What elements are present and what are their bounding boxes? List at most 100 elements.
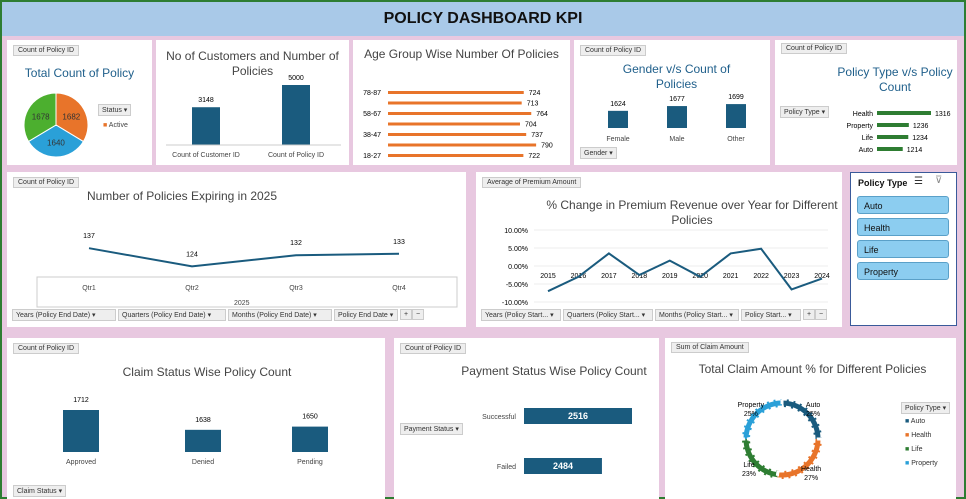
expiring-filter-bar: Years (Policy End Date) ▾ Quarters (Polic… [12, 309, 462, 323]
panel-customers: No of Customers and Number of Policies 3… [156, 40, 349, 165]
pie-data-label: 1682 [62, 112, 80, 121]
claim-amount-donut-chart: Auto 25% Health 27% Life 23% Property 25% [738, 397, 824, 482]
collapse-field-button[interactable]: − [815, 309, 828, 320]
field-filter-button[interactable]: Policy End Date ▾ [334, 309, 398, 321]
field-filter-button[interactable]: Months (Policy End Date) ▾ [228, 309, 332, 321]
bar [292, 426, 328, 452]
category-label: Qtr1 [82, 285, 96, 292]
field-filter-button[interactable]: Months (Policy Start... ▾ [655, 309, 739, 321]
donut-category-label: Auto [806, 402, 821, 409]
panel-payment: Count of Policy ID Payment Status Wise P… [394, 338, 659, 499]
category-label: 78-87 [363, 90, 381, 97]
category-label: Pending [297, 459, 323, 466]
field-tag[interactable]: Sum of Claim Amount [671, 342, 749, 353]
legend-item: ■ Auto [905, 418, 938, 425]
bar-data-label: 1236 [913, 123, 929, 130]
legend-item: ■ Life [905, 446, 938, 453]
bar [877, 123, 909, 127]
age-bar-chart: 724 78-87 713 764 58-67 704 737 38-47 790722 18-2… [363, 90, 553, 160]
category-label: Life [862, 135, 873, 142]
slicer-item-health[interactable]: Health [857, 218, 949, 236]
bar-data-label: 1677 [669, 96, 685, 103]
legend-label: Property [911, 460, 938, 467]
category-label: Qtr3 [289, 285, 303, 292]
donut-category-label: Property [738, 402, 765, 409]
donut-data-label: 25% [744, 411, 758, 418]
panel-gender: Count of Policy ID Gender v/s Count of P… [574, 40, 770, 165]
gender-filter-dropdown[interactable]: Gender ▾ [580, 147, 617, 159]
category-label: Health [853, 111, 873, 118]
slicer-item-life[interactable]: Life [857, 240, 949, 258]
premium-filter-bar: Years (Policy Start... ▾ Quarters (Policy… [481, 309, 839, 323]
slicer-title: Policy Type [858, 178, 908, 188]
policy-type-filter-dropdown[interactable]: Policy Type ▾ [901, 402, 951, 414]
category-label: Property [847, 123, 874, 130]
x-tick-label: 2021 [723, 273, 739, 280]
point-data-label: 137 [83, 233, 95, 240]
donut-data-label: 23% [742, 471, 756, 478]
donut-category-label: Life [743, 462, 754, 469]
dashboard-header: POLICY DASHBOARD KPI [2, 2, 964, 36]
collapse-field-button[interactable]: − [412, 309, 425, 320]
field-filter-button[interactable]: Quarters (Policy Start... ▾ [563, 309, 653, 321]
bar-data-label: 790 [541, 143, 553, 150]
bar-data-label: 737 [531, 132, 543, 139]
category-label: Qtr2 [185, 285, 199, 292]
bar-data-label: 764 [536, 111, 548, 118]
bar-data-label: 1699 [728, 94, 744, 101]
category-label: 38-47 [363, 132, 381, 139]
customers-bar-chart: 3148 Count of Customer ID 5000 Count of Pol… [166, 75, 341, 159]
bar [282, 85, 310, 145]
pie-data-label: 1640 [47, 139, 65, 148]
panel-claim-amount: Sum of Claim Amount Total Claim Amount %… [665, 338, 956, 499]
point-data-label: 124 [186, 251, 198, 258]
slicer-item-property[interactable]: Property [857, 262, 949, 280]
field-tag[interactable]: Count of Policy ID [781, 43, 848, 54]
chart-title: Total Claim Amount % for Different Polic… [698, 362, 927, 376]
panel-age: Age Group Wise Number Of Policies 724 78-… [353, 40, 570, 165]
bar [877, 147, 903, 151]
bar [388, 91, 524, 94]
clear-filter-icon[interactable]: ⊽ [935, 175, 942, 186]
multi-select-icon[interactable]: ☰ [914, 176, 923, 187]
slicer-item-auto[interactable]: Auto [857, 196, 949, 214]
field-filter-button[interactable]: Policy Start... ▾ [741, 309, 801, 321]
expand-field-button[interactable]: + [400, 309, 413, 320]
year-axis-label: 2025 [234, 300, 250, 307]
x-tick-label: 2017 [601, 273, 617, 280]
field-tag[interactable]: Count of Policy ID [400, 343, 467, 354]
status-filter-dropdown[interactable]: Status ▾ [98, 104, 132, 116]
bar-data-label: 1624 [610, 101, 626, 108]
filter-label: Status [102, 107, 122, 114]
chart-title: Age Group Wise Number Of Policies [364, 47, 559, 61]
bar [388, 133, 527, 136]
panel-total-policy: Count of Policy ID Total Count of Policy… [7, 40, 152, 165]
legend-item: ■ Health [905, 432, 938, 439]
bar [877, 111, 931, 115]
total-pie-chart: 1682 1640 1678 [23, 92, 89, 158]
y-tick-label: 10.00% [504, 228, 528, 235]
field-tag[interactable]: Average of Premium Amount [482, 177, 582, 188]
chart-title: Number of Policies Expiring in 2025 [86, 189, 278, 203]
legend-label: Health [911, 432, 932, 439]
category-label: Successful [482, 414, 516, 421]
field-filter-button[interactable]: Years (Policy Start... ▾ [481, 309, 561, 321]
category-label: Auto [859, 147, 874, 154]
bar-data-label: 1234 [912, 135, 928, 142]
field-tag[interactable]: Count of Policy ID [13, 343, 80, 354]
field-tag[interactable]: Count of Policy ID [13, 177, 80, 188]
expand-field-button[interactable]: + [803, 309, 816, 320]
bar-data-label: 1214 [907, 147, 923, 154]
bar [63, 410, 99, 452]
claim-status-filter-dropdown[interactable]: Claim Status ▾ [13, 485, 67, 497]
bar-data-label: 1712 [73, 397, 89, 404]
category-label: 18-27 [363, 153, 381, 160]
bar-data-label: 5000 [288, 75, 304, 82]
field-filter-button[interactable]: Quarters (Policy End Date) ▾ [118, 309, 226, 321]
category-label: Other [727, 136, 745, 143]
field-tag[interactable]: Count of Policy ID [580, 45, 647, 56]
field-tag[interactable]: Count of Policy ID [13, 45, 80, 56]
bar [388, 112, 532, 115]
legend-item: ■ Property [905, 460, 938, 467]
field-filter-button[interactable]: Years (Policy End Date) ▾ [12, 309, 116, 321]
